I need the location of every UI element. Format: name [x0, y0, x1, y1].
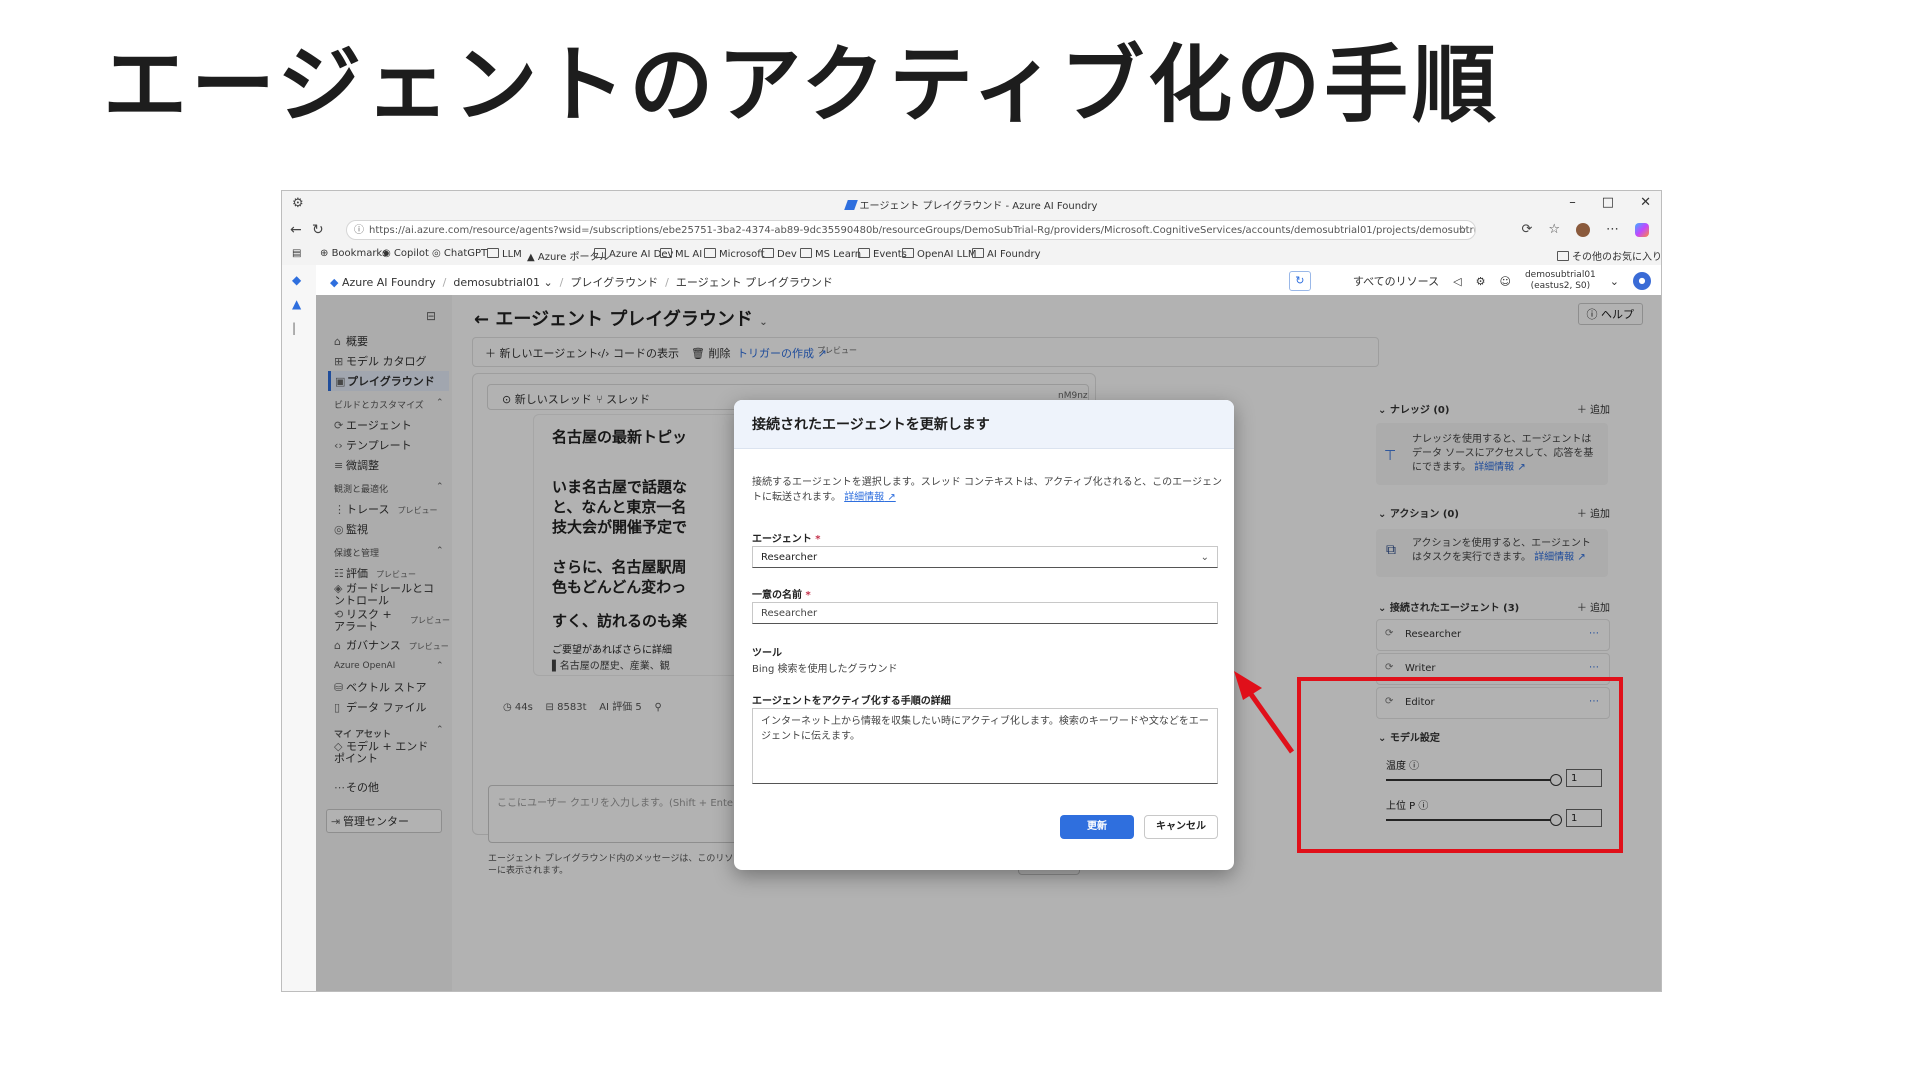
pointer-arrow — [1234, 671, 1295, 754]
arrow-head — [1234, 671, 1262, 700]
arrow-shaft — [1245, 688, 1295, 754]
